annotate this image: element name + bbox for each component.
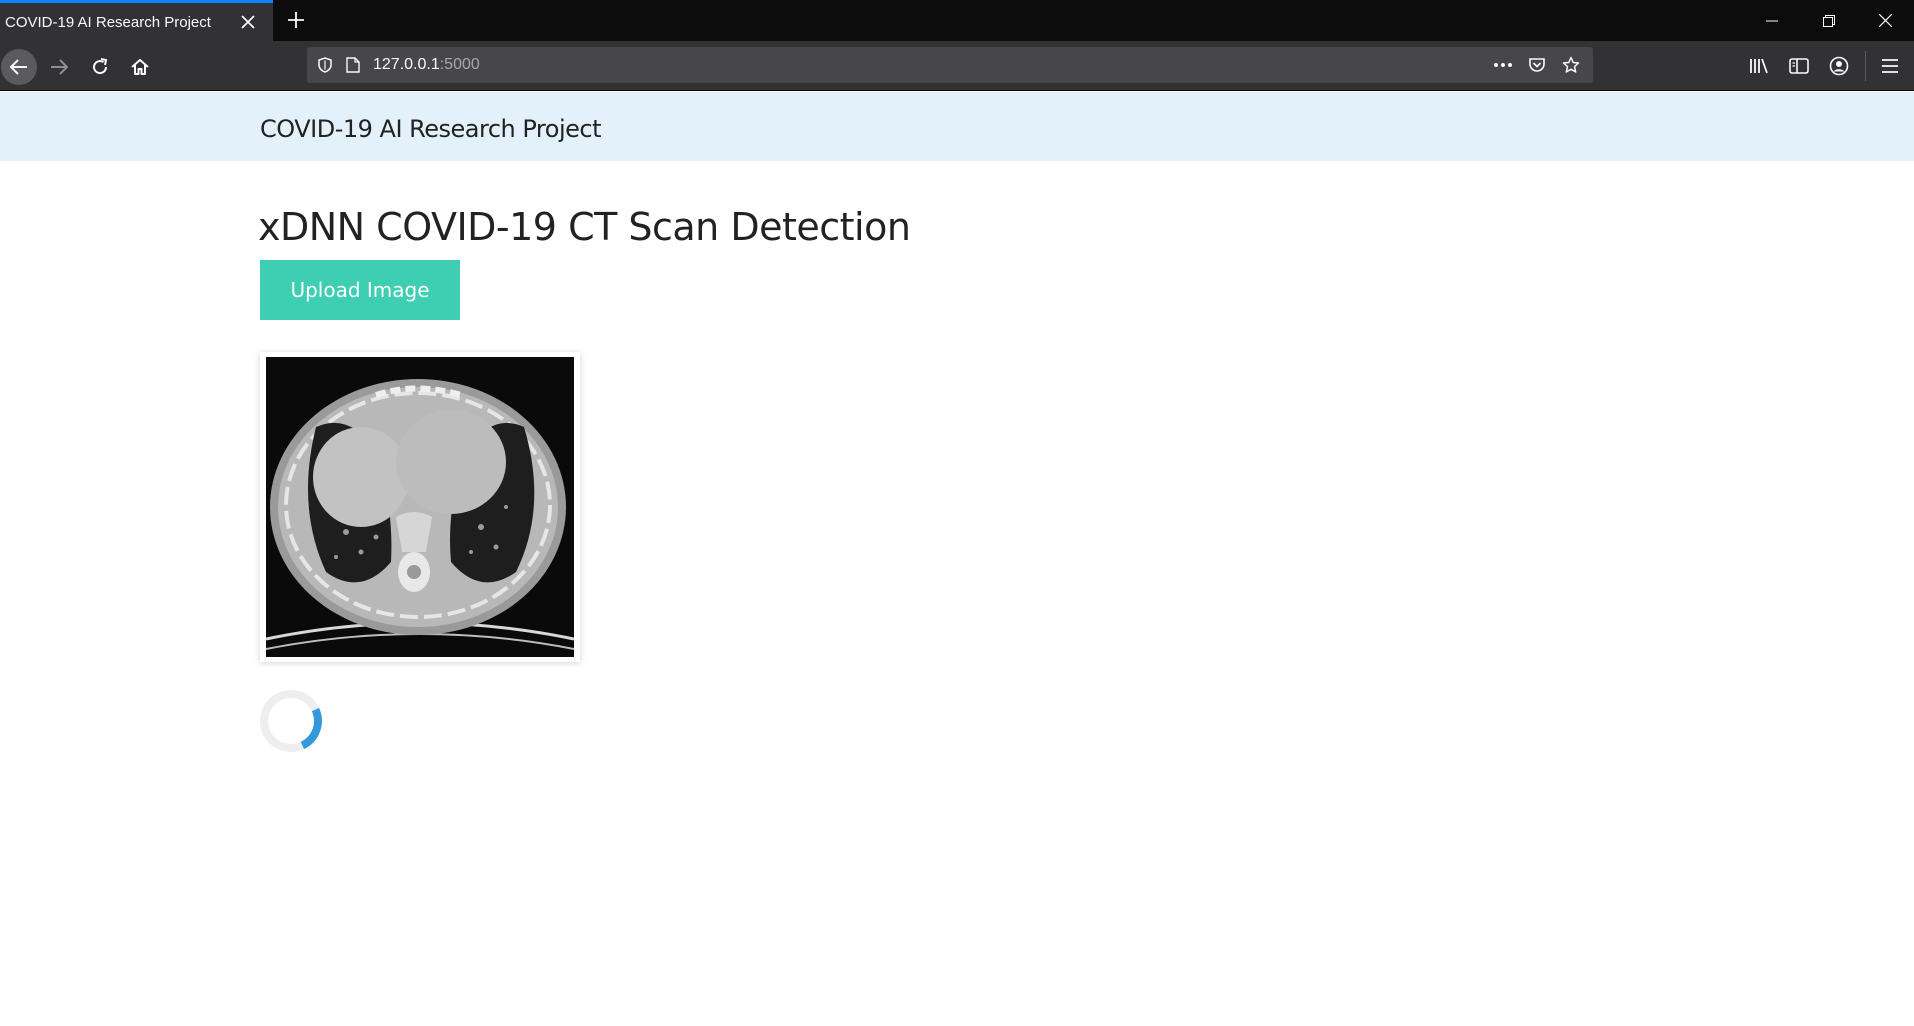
library-icon[interactable]: [1742, 49, 1776, 83]
star-icon[interactable]: [1557, 51, 1585, 79]
web-page: COVID-19 AI Research Project xDNN COVID-…: [0, 92, 1914, 1026]
url-host: 127.0.0.1: [373, 56, 440, 73]
browser-toolbar: 127.0.0.1:5000: [0, 41, 1914, 91]
home-icon[interactable]: [122, 49, 158, 85]
menu-icon[interactable]: [1873, 49, 1907, 83]
tab-title: COVID-19 AI Research Project: [5, 13, 211, 31]
page-icon[interactable]: [339, 51, 367, 79]
restore-icon[interactable]: [1800, 0, 1857, 41]
window-close-icon[interactable]: [1857, 0, 1914, 41]
active-tab[interactable]: COVID-19 AI Research Project: [0, 0, 273, 41]
url-bar[interactable]: 127.0.0.1:5000: [307, 47, 1593, 83]
site-brand[interactable]: COVID-19 AI Research Project: [260, 115, 601, 143]
plus-icon[interactable]: [282, 6, 310, 34]
url-port: :5000: [439, 56, 480, 73]
loading-spinner: [251, 681, 331, 761]
forward-icon[interactable]: [41, 49, 77, 85]
ct-image-preview: [260, 352, 580, 662]
pocket-icon[interactable]: [1523, 51, 1551, 79]
upload-image-button[interactable]: Upload Image: [260, 260, 460, 320]
site-navbar: COVID-19 AI Research Project: [0, 92, 1914, 161]
page-title: xDNN COVID-19 CT Scan Detection: [258, 205, 911, 249]
shield-icon[interactable]: [311, 51, 339, 79]
tab-strip: COVID-19 AI Research Project: [0, 0, 1914, 41]
toolbar-separator: [1865, 51, 1866, 81]
url-text[interactable]: 127.0.0.1:5000: [373, 56, 1489, 74]
more-icon[interactable]: [1489, 51, 1517, 79]
close-icon[interactable]: [235, 9, 261, 35]
sidebar-icon[interactable]: [1782, 49, 1816, 83]
back-icon[interactable]: [1, 49, 37, 85]
minimize-icon[interactable]: [1743, 0, 1800, 41]
url-actions: [1489, 51, 1585, 79]
account-icon[interactable]: [1822, 49, 1856, 83]
reload-icon[interactable]: [82, 49, 118, 85]
ct-scan-image: [266, 357, 574, 657]
